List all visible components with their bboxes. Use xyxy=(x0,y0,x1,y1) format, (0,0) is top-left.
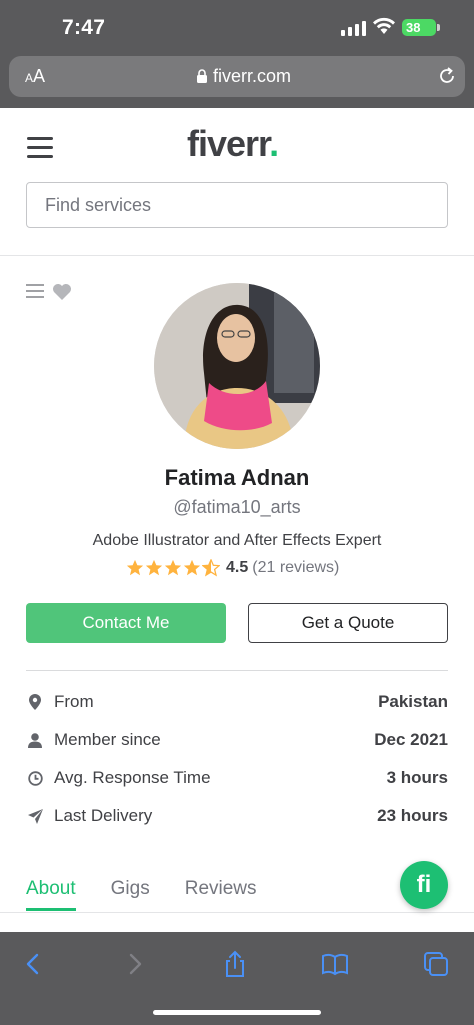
browser-address-area: AA fiverr.com xyxy=(0,56,474,108)
section-divider xyxy=(26,670,448,671)
battery-level: 38 xyxy=(406,20,421,35)
location-pin-icon xyxy=(26,693,44,711)
back-arrow-icon[interactable] xyxy=(20,950,48,978)
profile-tabs: About Gigs Reviews xyxy=(26,878,257,911)
tab-reviews[interactable]: Reviews xyxy=(185,878,257,911)
heart-icon[interactable] xyxy=(52,283,72,306)
stat-label: Member since xyxy=(54,730,161,749)
share-icon[interactable] xyxy=(221,950,249,978)
lock-icon xyxy=(196,69,208,89)
bookmarks-icon[interactable] xyxy=(321,950,349,978)
reviews-count: (21 reviews) xyxy=(252,559,340,576)
forward-arrow-icon[interactable] xyxy=(120,950,148,978)
stat-label: From xyxy=(54,692,94,711)
status-time: 7:47 xyxy=(62,16,106,39)
stat-last-delivery: Last Delivery 23 hours xyxy=(26,804,448,828)
seller-name: Fatima Adnan xyxy=(164,465,310,490)
text-size-small-a: A xyxy=(25,71,34,85)
stat-value: 23 hours xyxy=(377,806,448,825)
stat-from: From Pakistan xyxy=(26,690,448,714)
header-divider xyxy=(0,255,474,256)
url-text: fiverr.com xyxy=(213,66,292,86)
stat-value: Dec 2021 xyxy=(374,730,448,749)
logo-text: fiverr xyxy=(187,123,270,164)
star-half-icon xyxy=(202,559,220,577)
fiverr-logo[interactable]: fiverr. xyxy=(187,123,279,165)
text-size-button[interactable]: AA xyxy=(25,66,45,87)
user-icon xyxy=(26,731,44,749)
battery-icon: 38 xyxy=(402,19,440,36)
avatar xyxy=(154,283,320,449)
star-icon xyxy=(183,559,201,576)
hamburger-menu-icon[interactable] xyxy=(27,137,53,159)
seller-handle: @fatima10_arts xyxy=(173,497,301,517)
tab-gigs[interactable]: Gigs xyxy=(111,878,150,911)
tabs-divider xyxy=(0,912,474,913)
tabs-icon[interactable] xyxy=(422,950,450,978)
star-icon xyxy=(126,559,144,576)
rating-stars xyxy=(126,559,220,577)
clock-icon xyxy=(26,769,44,787)
reload-icon[interactable] xyxy=(437,66,457,91)
tab-about[interactable]: About xyxy=(26,878,76,911)
stat-label: Last Delivery xyxy=(54,806,153,825)
signal-icon xyxy=(341,21,366,36)
stat-value: 3 hours xyxy=(386,768,448,787)
star-icon xyxy=(145,559,163,576)
rating-score: 4.5 xyxy=(226,559,249,576)
list-icon[interactable] xyxy=(26,284,44,299)
stat-response-time: Avg. Response Time 3 hours xyxy=(26,766,448,790)
rating[interactable]: 4.5 (21 reviews) xyxy=(126,559,339,577)
contact-me-button[interactable]: Contact Me xyxy=(26,603,226,643)
star-icon xyxy=(164,559,182,576)
seller-tagline: Adobe Illustrator and After Effects Expe… xyxy=(92,532,382,549)
status-bar: 7:47 38 xyxy=(0,0,474,56)
stat-member-since: Member since Dec 2021 xyxy=(26,728,448,752)
stat-value: Pakistan xyxy=(378,692,448,711)
home-indicator xyxy=(153,1010,321,1015)
logo-dot: . xyxy=(269,123,279,164)
chat-button[interactable]: fi xyxy=(400,861,448,909)
stat-label: Avg. Response Time xyxy=(54,768,211,787)
address-bar[interactable]: AA fiverr.com xyxy=(9,56,465,97)
paper-plane-icon xyxy=(26,807,44,825)
get-a-quote-button[interactable]: Get a Quote xyxy=(248,603,448,643)
wifi-icon xyxy=(372,17,396,40)
text-size-large-a: A xyxy=(33,66,46,86)
search-input[interactable] xyxy=(26,182,448,228)
